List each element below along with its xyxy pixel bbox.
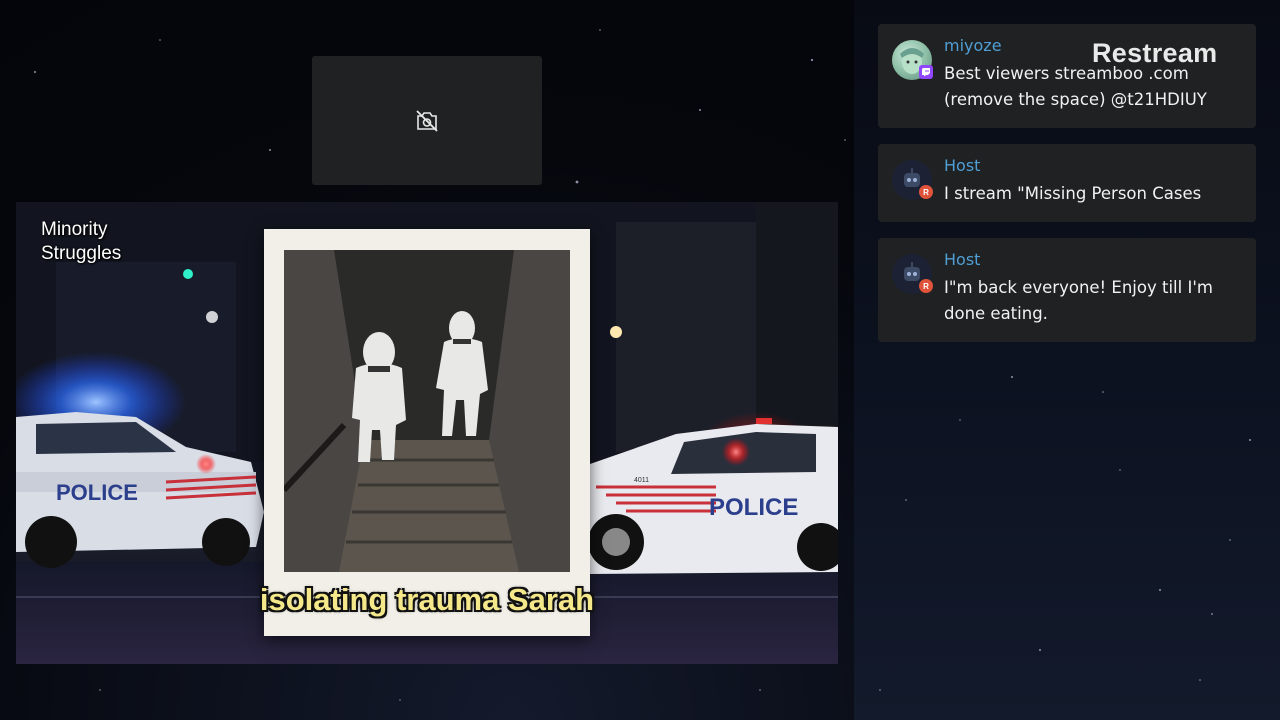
restream-badge-icon: R <box>919 185 933 199</box>
camera-off-icon <box>416 109 438 132</box>
chat-message-text: I"m back everyone! Enjoy till I'm done e… <box>944 278 1213 323</box>
stream-video: POLICE POLICE 4011 Minority Struggles is… <box>16 202 838 664</box>
car-number: 4011 <box>634 477 649 484</box>
chat-message: R Host I stream "Missing Person Cases <box>878 144 1256 222</box>
twitch-icon <box>919 65 933 79</box>
channel-overlay-label: Minority Struggles <box>41 218 161 266</box>
video-subtitle: isolating trauma Sarah <box>259 582 595 617</box>
police-text-right: POLICE <box>709 494 798 521</box>
chat-message: R Host I"m back everyone! Enjoy till I'm… <box>878 238 1256 342</box>
staircase-photo <box>284 250 570 572</box>
channel-overlay-text: Minority Struggles <box>41 219 122 264</box>
camera-off-tile <box>312 56 542 185</box>
chat-username: miyoze <box>944 36 1002 55</box>
restream-badge-icon: R <box>919 279 933 293</box>
chat-username: Host <box>944 156 981 175</box>
chat-message-text: I stream "Missing Person Cases <box>944 184 1202 203</box>
police-text-left: POLICE <box>56 480 138 505</box>
polaroid-photo-frame <box>264 229 590 636</box>
restream-logo: Restream <box>1092 38 1218 68</box>
hazmat-figures-illustration <box>284 250 570 572</box>
chat-username: Host <box>944 250 981 269</box>
